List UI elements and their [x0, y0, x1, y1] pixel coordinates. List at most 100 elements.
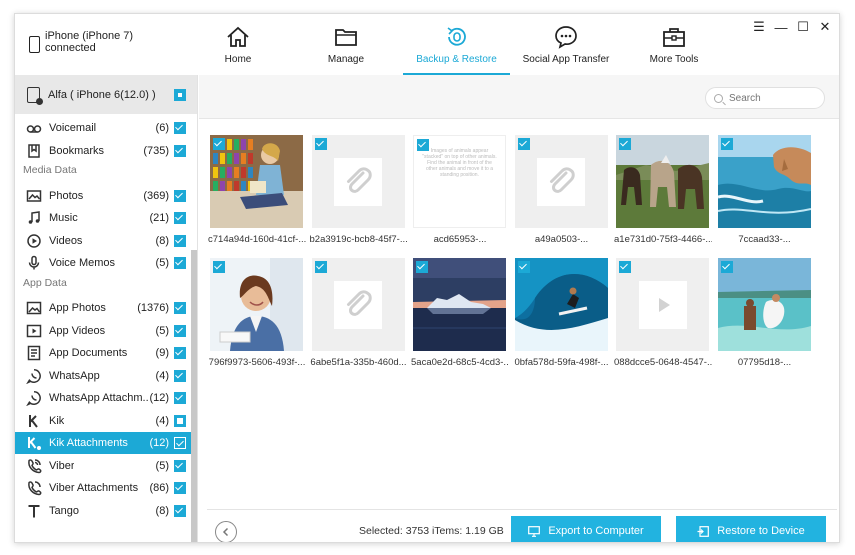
attachment-tile[interactable]: 0bfa578d-59fa-498f-... [514, 258, 610, 368]
sidebar-item-checkbox[interactable] [174, 414, 186, 427]
attachment-checkbox[interactable] [619, 138, 631, 150]
sidebar-item-count: (86) [149, 482, 169, 494]
restore-to-device-button[interactable]: Restore to Device [676, 516, 826, 542]
export-to-computer-button[interactable]: Export to Computer [511, 516, 661, 542]
sidebar-item-tango[interactable]: Tango (8) [15, 500, 191, 522]
sidebar-item-checkbox[interactable] [174, 392, 186, 404]
sidebar-scrollbar[interactable] [191, 250, 197, 542]
sidebar-item-checkbox[interactable] [174, 482, 186, 494]
sidebar-item-checkbox[interactable] [174, 347, 186, 359]
attachment-tile[interactable]: 6abe5f1a-335b-460d... [310, 258, 407, 368]
sidebar-item-kik-attachments[interactable]: Kik Attachments (12) [15, 432, 191, 454]
attachment-checkbox[interactable] [517, 138, 530, 150]
sidebar-item-whatsapp-attachm[interactable]: WhatsApp Attachm... (12) [15, 387, 191, 409]
backup-select-all-checkbox[interactable] [174, 89, 186, 101]
sidebar-item-kik[interactable]: Kik (4) [15, 410, 191, 432]
content-toolbar [199, 75, 839, 119]
sidebar-item-app-documents[interactable]: App Documents (9) [15, 342, 191, 364]
sidebar-item-label: App Videos [49, 324, 106, 337]
tango-icon [26, 503, 42, 519]
attachment-checkbox[interactable] [417, 139, 429, 151]
sidebar-item-count: (4) [155, 369, 169, 382]
sidebar-item-bookmarks[interactable]: Bookmarks (735) [15, 140, 191, 162]
whatsapp-icon [26, 368, 42, 384]
app-photo-icon [26, 300, 42, 316]
attachment-filename: 5aca0e2d-68c5-4cd3-... [411, 357, 509, 368]
nav-more-tools[interactable]: More Tools [646, 14, 702, 75]
sidebar: Alfa ( iPhone 6(12.0) ) Voicemail (6) Bo… [15, 75, 198, 542]
attachment-tile[interactable]: 07795d18-... [717, 258, 813, 368]
attachment-tile[interactable]: 5aca0e2d-68c5-4cd3-... [411, 258, 509, 368]
sidebar-item-videos[interactable]: Videos (8) [15, 230, 191, 252]
attachment-tile[interactable]: 7ccaad33-... [717, 135, 813, 245]
sidebar-item-viber[interactable]: Viber (5) [15, 455, 191, 477]
attachment-checkbox[interactable] [314, 138, 327, 150]
attachment-tile[interactable]: a1e731d0-75f3-4466-... [614, 135, 712, 245]
sidebar-item-app-videos[interactable]: App Videos (5) [15, 320, 191, 342]
search-input[interactable] [729, 92, 814, 104]
selection-summary: Selected: 3753 iTems: 1.19 GB [359, 525, 504, 537]
sidebar-item-voice-memos[interactable]: Voice Memos (5) [15, 252, 191, 274]
attachment-filename: c714a94d-160d-41cf-... [208, 234, 306, 245]
attachment-tile[interactable]: b2a3919c-bcb8-45f7-... [310, 135, 408, 245]
nav-manage[interactable]: Manage [321, 14, 371, 75]
attachment-filename: acd65953-... [433, 234, 487, 245]
footer-divider [207, 509, 837, 510]
attachment-checkbox[interactable] [314, 261, 327, 273]
attachment-checkbox[interactable] [517, 261, 530, 273]
sidebar-item-checkbox[interactable] [174, 302, 186, 314]
microphone-icon [26, 255, 42, 271]
sidebar-item-label: Kik Attachments [49, 437, 128, 449]
attachment-filename: 6abe5f1a-335b-460d... [310, 357, 407, 368]
sidebar-item-voicemail[interactable]: Voicemail (6) [15, 117, 191, 139]
sidebar-item-checkbox[interactable] [174, 189, 186, 202]
minimize-button[interactable]: — [773, 20, 789, 35]
attachment-tile[interactable]: 088dcce5-0648-4547-... [614, 258, 712, 368]
attachment-checkbox[interactable] [619, 261, 631, 273]
sidebar-item-checkbox[interactable] [174, 257, 186, 269]
sidebar-item-label: Bookmarks [49, 144, 105, 157]
attachment-checkbox[interactable] [213, 138, 225, 150]
back-button[interactable] [215, 521, 237, 542]
nav-home[interactable]: Home [215, 14, 261, 75]
sidebar-item-whatsapp[interactable]: WhatsApp (4) [15, 365, 191, 387]
menu-icon[interactable]: ☰ [751, 19, 767, 34]
whatsapp-attachment-icon [26, 390, 42, 406]
sidebar-item-label: Viber [49, 459, 75, 472]
sidebar-item-photos[interactable]: Photos (369) [15, 185, 191, 207]
attachment-checkbox[interactable] [416, 261, 428, 273]
sidebar-item-checkbox[interactable] [174, 437, 186, 449]
attachment-checkbox[interactable] [720, 138, 733, 150]
nav-backup-restore[interactable]: Backup & Restore [403, 14, 510, 75]
image-thumbnail [210, 135, 303, 228]
attachment-tile[interactable]: Images of animals appear "stacked" on to… [413, 135, 508, 245]
attachment-tile[interactable]: c714a94d-160d-41cf-... [208, 135, 306, 245]
device-connection-status: connected [45, 42, 96, 54]
attachment-checkbox[interactable] [720, 261, 733, 273]
sidebar-item-checkbox[interactable] [174, 144, 186, 157]
close-button[interactable]: ✕ [817, 19, 833, 34]
device-status: iPhone (iPhone 7) connected [29, 30, 133, 54]
backup-selector[interactable]: Alfa ( iPhone 6(12.0) ) [15, 75, 197, 114]
photo-icon [26, 188, 42, 204]
sidebar-item-checkbox[interactable] [174, 504, 186, 517]
attachment-tile[interactable]: a49a0503-... [514, 135, 610, 245]
sidebar-item-music[interactable]: Music (21) [15, 207, 191, 229]
sidebar-item-checkbox[interactable] [174, 234, 186, 247]
attachment-checkbox[interactable] [213, 261, 225, 273]
sidebar-item-checkbox[interactable] [174, 459, 186, 472]
nav-social-app-transfer[interactable]: Social App Transfer [522, 14, 610, 75]
sidebar-item-checkbox[interactable] [174, 369, 186, 382]
sidebar-item-checkbox[interactable] [174, 212, 186, 224]
attachment-tile[interactable]: 796f9973-5606-493f-... [209, 258, 305, 368]
sidebar-item-count: (369) [143, 189, 169, 202]
sidebar-item-viber-attachments[interactable]: Viber Attachments (86) [15, 477, 191, 499]
image-thumbnail [413, 258, 506, 351]
attachment-placeholder [311, 135, 405, 228]
sidebar-item-checkbox[interactable] [174, 122, 186, 134]
nav-social-app-transfer-label: Social App Transfer [522, 54, 610, 65]
sidebar-item-label: App Photos [49, 302, 106, 314]
sidebar-item-app-photos[interactable]: App Photos (1376) [15, 297, 191, 319]
sidebar-item-checkbox[interactable] [174, 324, 186, 337]
maximize-button[interactable]: ☐ [795, 19, 811, 34]
